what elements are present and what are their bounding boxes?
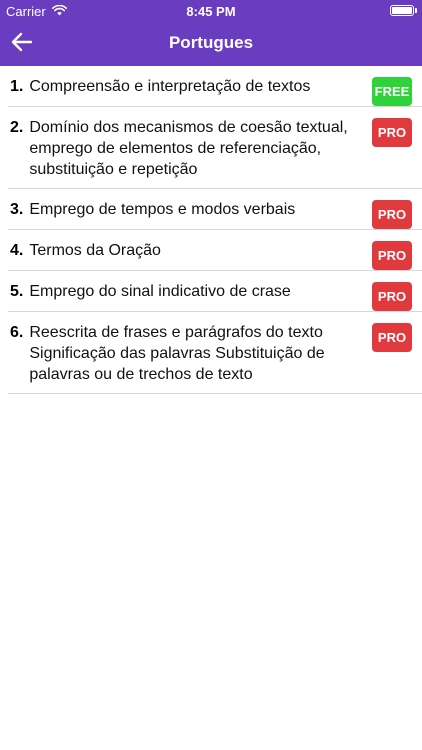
topic-row-2[interactable]: 2. Domínio dos mecanismos de coesão text…	[8, 107, 422, 189]
topic-row-4[interactable]: 4. Termos da Oração PRO	[8, 230, 422, 271]
topic-row-1[interactable]: 1. Compreensão e interpretação de textos…	[8, 66, 422, 107]
battery-icon	[390, 5, 414, 16]
pro-badge: PRO	[372, 200, 412, 229]
topic-title: Reescrita de frases e parágrafos do text…	[29, 324, 325, 383]
topic-number: 3.	[10, 201, 24, 218]
nav-bar: Portugues	[0, 22, 422, 66]
status-bar: Carrier 8:45 PM	[0, 0, 422, 22]
battery-tip	[415, 8, 417, 13]
app-screen: Carrier 8:45 PM Portugues 1. Compreensão…	[0, 0, 422, 750]
topic-number: 4.	[10, 242, 24, 259]
topic-title: Domínio dos mecanismos de coesão textual…	[29, 119, 348, 178]
topic-list: 1. Compreensão e interpretação de textos…	[0, 66, 422, 394]
header: Carrier 8:45 PM Portugues	[0, 0, 422, 66]
topic-number: 6.	[10, 324, 24, 341]
topic-row-3[interactable]: 3. Emprego de tempos e modos verbais PRO	[8, 189, 422, 230]
pro-badge: PRO	[372, 241, 412, 270]
topic-row-5[interactable]: 5. Emprego do sinal indicativo de crase …	[8, 271, 422, 312]
topic-number: 1.	[10, 78, 24, 95]
pro-badge: PRO	[372, 323, 412, 352]
topic-title: Emprego de tempos e modos verbais	[29, 201, 296, 218]
topic-title: Termos da Oração	[29, 242, 161, 259]
topic-number: 2.	[10, 119, 24, 136]
topic-title: Emprego do sinal indicativo de crase	[29, 283, 291, 300]
pro-badge: PRO	[372, 282, 412, 311]
topic-number: 5.	[10, 283, 24, 300]
free-badge: FREE	[372, 77, 412, 106]
topic-row-6[interactable]: 6. Reescrita de frases e parágrafos do t…	[8, 312, 422, 394]
status-time: 8:45 PM	[186, 4, 236, 19]
pro-badge: PRO	[372, 118, 412, 147]
page-title: Portugues	[168, 33, 254, 52]
battery-fill	[392, 7, 412, 14]
topic-title: Compreensão e interpretação de textos	[29, 78, 311, 95]
